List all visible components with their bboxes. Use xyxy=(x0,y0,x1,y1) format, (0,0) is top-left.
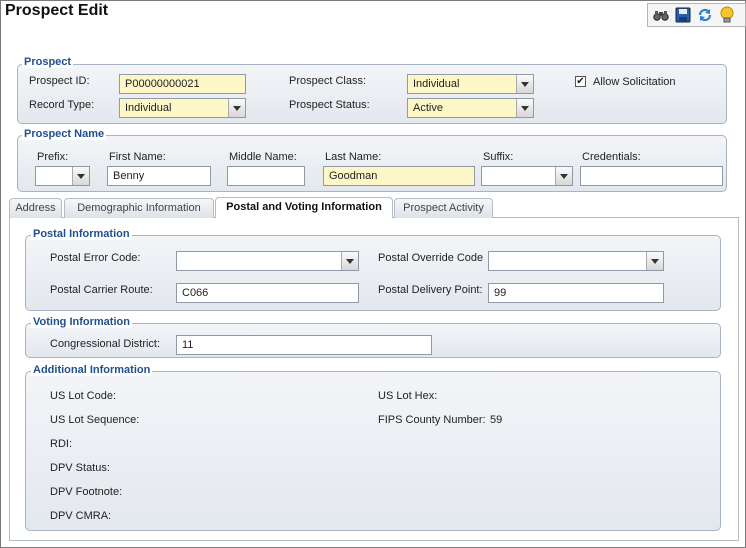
chevron-down-icon[interactable] xyxy=(516,75,533,93)
postal-override-code-label: Postal Override Code xyxy=(378,252,484,264)
prospect-id-label: Prospect ID: xyxy=(29,75,90,87)
fips-county-number-value: 59 xyxy=(490,414,503,426)
suffix-label: Suffix: xyxy=(483,151,514,163)
prospect-class-select[interactable]: Individual xyxy=(407,74,534,94)
postal-error-code-select[interactable] xyxy=(176,251,359,271)
tab-address[interactable]: Address xyxy=(9,198,62,218)
fips-county-number-label: FIPS County Number: xyxy=(378,414,486,426)
tab-prospect-activity[interactable]: Prospect Activity xyxy=(394,198,493,218)
save-icon[interactable] xyxy=(674,6,692,24)
last-name-label: Last Name: xyxy=(325,151,382,163)
chevron-down-icon[interactable] xyxy=(646,252,663,270)
additional-information-group xyxy=(25,371,721,531)
prospect-status-select[interactable]: Active xyxy=(407,98,534,118)
tab-demographic-information[interactable]: Demographic Information xyxy=(64,198,214,218)
prefix-label: Prefix: xyxy=(37,151,69,163)
postal-delivery-point-label: Postal Delivery Point: xyxy=(378,284,483,296)
record-type-value: Individual xyxy=(125,102,172,114)
prospect-legend: Prospect xyxy=(22,56,74,68)
dpv-footnote-label: DPV Footnote: xyxy=(50,486,123,498)
additional-information-legend: Additional Information xyxy=(31,364,153,376)
prospect-status-value: Active xyxy=(413,102,443,114)
binoculars-icon[interactable] xyxy=(652,6,670,24)
lightbulb-icon[interactable] xyxy=(718,6,736,24)
postal-carrier-route-label: Postal Carrier Route: xyxy=(50,284,153,296)
chevron-down-icon[interactable] xyxy=(228,99,245,117)
refresh-icon[interactable] xyxy=(696,6,714,24)
credentials-field[interactable] xyxy=(580,166,723,186)
chevron-down-icon[interactable] xyxy=(72,167,89,185)
first-name-field[interactable]: Benny xyxy=(107,166,211,186)
chevron-down-icon[interactable] xyxy=(516,99,533,117)
toolbar xyxy=(647,3,746,27)
postal-error-code-label: Postal Error Code: xyxy=(50,252,141,264)
postal-carrier-route-field[interactable]: C066 xyxy=(176,283,359,303)
prospect-name-legend: Prospect Name xyxy=(22,128,107,140)
congressional-district-field[interactable]: 11 xyxy=(176,335,432,355)
tab-postal-and-voting-information[interactable]: Postal and Voting Information xyxy=(215,197,393,218)
prospect-class-value: Individual xyxy=(413,78,460,90)
credentials-label: Credentials: xyxy=(582,151,641,163)
postal-delivery-point-field[interactable]: 99 xyxy=(488,283,664,303)
chevron-down-icon[interactable] xyxy=(555,167,572,185)
us-lot-hex-label: US Lot Hex: xyxy=(378,390,438,402)
us-lot-code-label: US Lot Code: xyxy=(50,390,117,402)
prospect-id-field[interactable]: P00000000021 xyxy=(119,74,246,94)
prospect-edit-window: Prospect Edit Prospect Prospect ID: P000… xyxy=(0,0,746,548)
dpv-cmra-label: DPV CMRA: xyxy=(50,510,112,522)
postal-override-code-select[interactable] xyxy=(488,251,664,271)
prospect-status-label: Prospect Status: xyxy=(289,99,370,111)
record-type-select[interactable]: Individual xyxy=(119,98,246,118)
dpv-status-label: DPV Status: xyxy=(50,462,110,474)
chevron-down-icon[interactable] xyxy=(341,252,358,270)
rdi-label: RDI: xyxy=(50,438,72,450)
congressional-district-label: Congressional District: xyxy=(50,338,161,350)
middle-name-label: Middle Name: xyxy=(229,151,297,163)
allow-solicitation-checkbox[interactable]: ✔ xyxy=(575,76,586,87)
prospect-class-label: Prospect Class: xyxy=(289,75,367,87)
prefix-select[interactable] xyxy=(35,166,90,186)
postal-information-legend: Postal Information xyxy=(31,228,132,240)
last-name-field[interactable]: Goodman xyxy=(323,166,475,186)
us-lot-sequence-label: US Lot Sequence: xyxy=(50,414,140,426)
suffix-select[interactable] xyxy=(481,166,573,186)
allow-solicitation-label: Allow Solicitation xyxy=(593,76,676,88)
voting-information-legend: Voting Information xyxy=(31,316,132,328)
record-type-label: Record Type: xyxy=(29,99,95,111)
middle-name-field[interactable] xyxy=(227,166,305,186)
page-title: Prospect Edit xyxy=(5,2,109,19)
first-name-label: First Name: xyxy=(109,151,166,163)
